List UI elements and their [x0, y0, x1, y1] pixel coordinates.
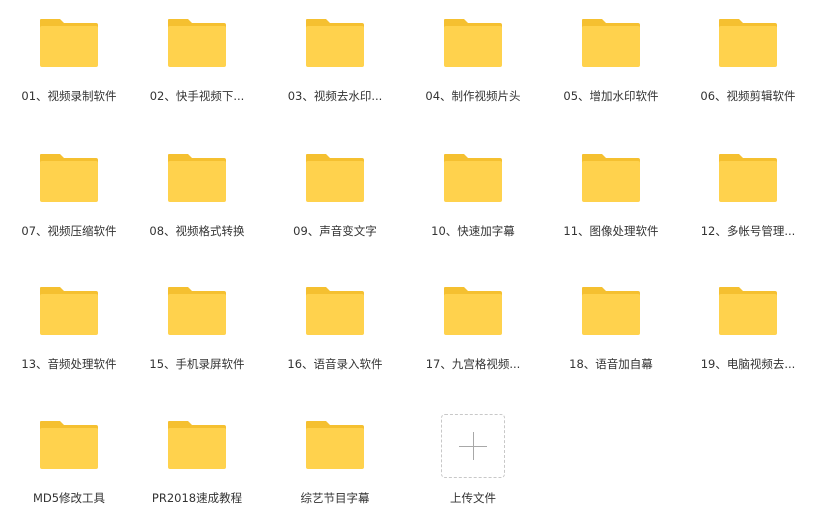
folder-icon [38, 152, 100, 204]
folder-item[interactable]: 10、快速加字幕 [404, 135, 542, 265]
folder-name: 19、电脑视频去... [700, 357, 796, 371]
folder-icon [304, 17, 366, 69]
folder-icon [166, 419, 228, 471]
plus-icon [473, 432, 474, 460]
folder-name: 03、视频去水印... [287, 89, 383, 103]
folder-name: 16、语音录入软件 [287, 357, 383, 371]
folder-icon [166, 17, 228, 69]
folder-icon [166, 285, 228, 337]
folder-name: 综艺节目字幕 [300, 491, 370, 505]
folder-icon [38, 419, 100, 471]
folder-icon [442, 17, 504, 69]
folder-name: 17、九宫格视频... [425, 357, 521, 371]
folder-icon [717, 152, 779, 204]
folder-item[interactable]: 15、手机录屏软件 [128, 268, 266, 398]
folder-icon [304, 152, 366, 204]
file-grid: 01、视频录制软件 02、快手视频下... 03、视频去水印... 04、制作视… [0, 0, 817, 532]
folder-item[interactable]: MD5修改工具 [0, 402, 138, 532]
folder-name: 06、视频剪辑软件 [700, 89, 796, 103]
folder-name: 15、手机录屏软件 [149, 357, 245, 371]
folder-item[interactable]: 综艺节目字幕 [266, 402, 404, 532]
folder-item[interactable]: 02、快手视频下... [128, 0, 266, 130]
folder-name: 13、音频处理软件 [21, 357, 117, 371]
folder-item[interactable]: 16、语音录入软件 [266, 268, 404, 398]
folder-name: 07、视频压缩软件 [21, 224, 117, 238]
folder-item[interactable]: 19、电脑视频去... [679, 268, 817, 398]
folder-item[interactable]: 08、视频格式转换 [128, 135, 266, 265]
folder-name: MD5修改工具 [32, 491, 106, 505]
folder-name: 09、声音变文字 [293, 224, 377, 238]
folder-icon [304, 419, 366, 471]
folder-name: 05、增加水印软件 [563, 89, 659, 103]
folder-name: 04、制作视频片头 [425, 89, 521, 103]
folder-icon [166, 152, 228, 204]
folder-name: 11、图像处理软件 [563, 224, 659, 238]
folder-item[interactable]: PR2018速成教程 [128, 402, 266, 532]
upload-dropzone[interactable] [441, 414, 505, 478]
folder-name: 10、快速加字幕 [431, 224, 515, 238]
folder-name: 02、快手视频下... [149, 89, 245, 103]
folder-item[interactable]: 09、声音变文字 [266, 135, 404, 265]
folder-name: 08、视频格式转换 [149, 224, 245, 238]
folder-name: 12、多帐号管理... [700, 224, 796, 238]
folder-icon [580, 17, 642, 69]
folder-icon [304, 285, 366, 337]
folder-name: 01、视频录制软件 [21, 89, 117, 103]
folder-item[interactable]: 06、视频剪辑软件 [679, 0, 817, 130]
folder-item[interactable]: 01、视频录制软件 [0, 0, 138, 130]
folder-item[interactable]: 12、多帐号管理... [679, 135, 817, 265]
folder-icon [442, 152, 504, 204]
folder-item[interactable]: 11、图像处理软件 [542, 135, 680, 265]
folder-item[interactable]: 04、制作视频片头 [404, 0, 542, 130]
folder-name: PR2018速成教程 [151, 491, 243, 505]
folder-icon [717, 285, 779, 337]
folder-item[interactable]: 03、视频去水印... [266, 0, 404, 130]
folder-name: 18、语音加自幕 [569, 357, 653, 371]
folder-icon [38, 17, 100, 69]
folder-item[interactable]: 05、增加水印软件 [542, 0, 680, 130]
upload-button[interactable]: 上传文件 [404, 402, 542, 532]
folder-item[interactable]: 18、语音加自幕 [542, 268, 680, 398]
folder-icon [580, 152, 642, 204]
folder-icon [38, 285, 100, 337]
folder-item[interactable]: 17、九宫格视频... [404, 268, 542, 398]
folder-icon [717, 17, 779, 69]
upload-label: 上传文件 [450, 491, 496, 505]
folder-item[interactable]: 07、视频压缩软件 [0, 135, 138, 265]
folder-item[interactable]: 13、音频处理软件 [0, 268, 138, 398]
folder-icon [580, 285, 642, 337]
folder-icon [442, 285, 504, 337]
